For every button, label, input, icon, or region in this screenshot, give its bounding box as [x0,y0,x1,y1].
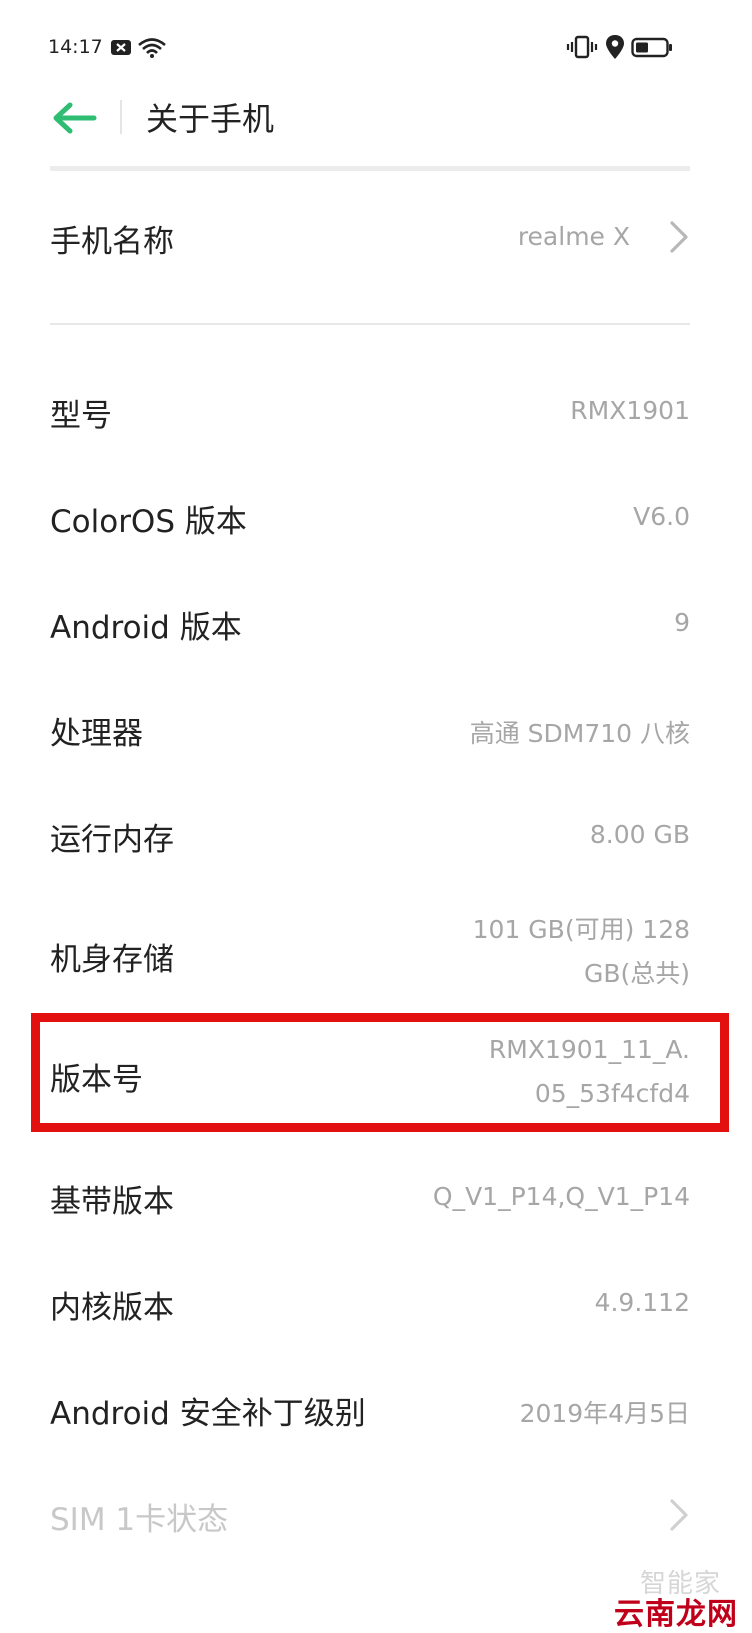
android-version-value: 9 [674,608,690,637]
status-time: 14:17 [48,36,103,58]
kernel-version-value: 4.9.112 [594,1288,690,1317]
phone-name-row[interactable]: 手机名称 realme X [50,206,690,266]
section-divider [50,323,690,325]
ram-row: 运行内存 8.00 GB [50,804,690,864]
android-version-row[interactable]: Android 版本 9 [50,592,690,652]
chevron-right-icon [670,221,688,253]
processor-value: 高通 SDM710 八核 [469,719,690,748]
coloros-version-value: V6.0 [633,502,690,531]
phone-name-value: realme X [517,222,630,251]
page-title: 关于手机 [146,100,275,138]
security-patch-row: Android 安全补丁级别 2019年4月5日 [50,1378,690,1438]
sim1-status-label: SIM 1卡状态 [50,1502,229,1538]
sim1-status-row[interactable]: SIM 1卡状态 [50,1484,690,1544]
baseband-version-row: 基带版本 Q_V1_P14,Q_V1_P14 [50,1166,690,1226]
storage-row: 机身存储 101 GB(可用) 128 GB(总共) [50,908,690,1000]
header-separator [120,100,122,134]
notification-close-icon [111,40,131,55]
processor-row: 处理器 高通 SDM710 八核 [50,698,690,758]
storage-value-line2: GB(总共) [583,959,690,988]
top-divider [50,166,690,171]
storage-value: 101 GB(可用) 128 GB(总共) [473,908,690,996]
watermark: 智能家 云南龙网 [614,1565,752,1632]
security-patch-value: 2019年4月5日 [519,1399,690,1428]
kernel-version-label: 内核版本 [50,1290,174,1326]
status-bar: 14:17 [0,0,752,90]
model-value: RMX1901 [570,396,690,425]
model-label: 型号 [50,398,112,434]
kernel-version-row: 内核版本 4.9.112 [50,1272,690,1332]
security-patch-label: Android 安全补丁级别 [50,1396,366,1432]
coloros-version-label: ColorOS 版本 [50,504,247,540]
coloros-version-row[interactable]: ColorOS 版本 V6.0 [50,486,690,546]
storage-value-line1: 101 GB(可用) 128 [472,915,690,944]
android-version-label: Android 版本 [50,610,242,646]
highlight-annotation-box [31,1013,729,1132]
processor-label: 处理器 [50,716,143,752]
app-header [0,90,752,170]
back-arrow-icon[interactable] [50,100,98,136]
baseband-version-label: 基带版本 [50,1184,174,1220]
wifi-icon [138,38,166,58]
chevron-right-icon [670,1499,688,1531]
storage-label: 机身存储 [50,942,174,978]
battery-icon [631,37,672,58]
ram-label: 运行内存 [50,822,174,858]
watermark-bottom: 云南龙网 [614,1597,738,1632]
vibrate-icon [566,35,598,59]
location-icon [606,35,624,59]
ram-value: 8.00 GB [589,820,690,849]
phone-name-label: 手机名称 [50,224,174,260]
baseband-version-value: Q_V1_P14,Q_V1_P14 [432,1182,690,1211]
model-row: 型号 RMX1901 [50,380,690,440]
